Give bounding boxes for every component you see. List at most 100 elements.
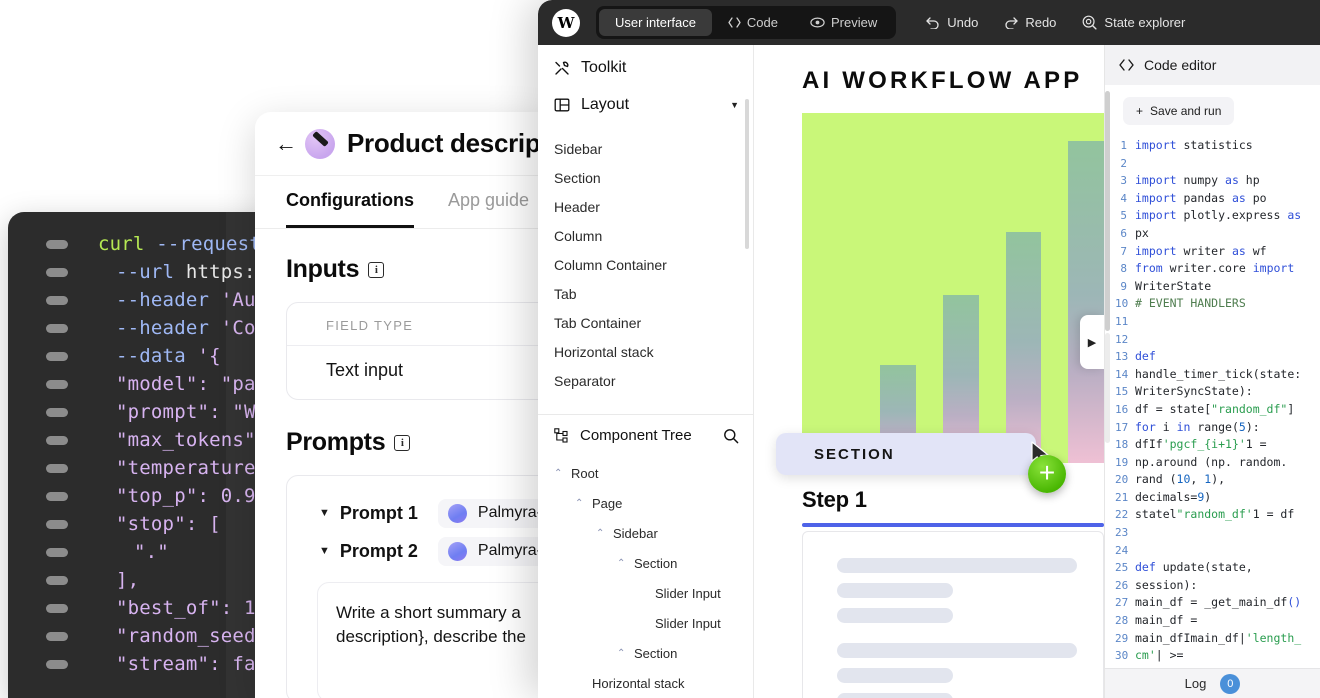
- code-line-source: main_df = _get_main_df(): [1135, 595, 1302, 610]
- code-line-number: 19: [1115, 455, 1129, 469]
- toolkit-item-section[interactable]: Section: [554, 163, 753, 192]
- toolkit-item-column-container[interactable]: Column Container: [554, 250, 753, 279]
- tree-node-horizontal-stack[interactable]: ⌃Horizontal stack: [538, 668, 753, 698]
- save-and-run-button[interactable]: + Save and run: [1123, 97, 1235, 125]
- chevron-up-icon[interactable]: ⌃: [617, 648, 626, 659]
- plus-icon: +: [1136, 104, 1144, 118]
- tree-node-slider-input[interactable]: ⌃Slider Input: [538, 608, 753, 638]
- undo-label: Undo: [947, 15, 979, 30]
- code-line: 21 decimals=9): [1115, 489, 1314, 507]
- tab-app-guide[interactable]: App guide: [448, 190, 529, 228]
- curl-line-marker: [46, 407, 68, 417]
- tree-node-label: Horizontal stack: [592, 675, 685, 691]
- code-line: 17 for i in range(5):: [1115, 419, 1314, 437]
- toolkit-item-column[interactable]: Column: [554, 221, 753, 250]
- expand-panel-button[interactable]: ▶: [1080, 315, 1104, 369]
- chevron-up-icon[interactable]: ⌃: [596, 528, 605, 539]
- state-explorer-icon: [1082, 15, 1098, 30]
- code-line-number: 13: [1115, 350, 1129, 364]
- product-panel-body: Inputs i FIELD TYPE Text input Prompts i…: [255, 229, 545, 698]
- tab-preview-label: Preview: [831, 15, 878, 30]
- toolkit-item-tab-container[interactable]: Tab Container: [554, 308, 753, 337]
- layout-group-header[interactable]: Layout ▼: [538, 87, 753, 124]
- chevron-up-icon[interactable]: ⌃: [554, 468, 563, 479]
- code-line: 2: [1115, 155, 1314, 173]
- undo-button[interactable]: Undo: [926, 15, 978, 30]
- code-line-source: import statistics: [1135, 138, 1253, 152]
- chevron-down-icon[interactable]: ▼: [319, 545, 330, 557]
- tree-node-slider-input[interactable]: ⌃Slider Input: [538, 578, 753, 608]
- product-tabs: Configurations App guide: [255, 176, 545, 229]
- chevron-up-icon[interactable]: ⌃: [575, 498, 584, 509]
- code-line-number: 20: [1115, 473, 1129, 487]
- code-line: 23: [1115, 524, 1314, 542]
- tools-icon: [554, 60, 570, 76]
- prompt-row[interactable]: ▼ Prompt 2 Palmyra-x: [287, 532, 545, 570]
- code-line-source: WriterState: [1135, 278, 1212, 293]
- model-chip[interactable]: Palmyra-x: [437, 498, 545, 528]
- toolkit-item-tab[interactable]: Tab: [554, 279, 753, 308]
- tree-node-page[interactable]: ⌃ Page: [538, 488, 753, 518]
- code-line-number: 11: [1115, 314, 1129, 328]
- tree-node-sidebar[interactable]: ⌃ Sidebar: [538, 518, 753, 548]
- chevron-down-icon[interactable]: ▼: [319, 507, 330, 519]
- curl-line-marker: [46, 463, 68, 473]
- builder-toolbar: W User interface Code Preview Undo Redo …: [538, 0, 1320, 45]
- skeleton-line: [837, 668, 953, 683]
- curl-line-marker: [46, 239, 68, 249]
- tab-user-interface[interactable]: User interface: [599, 9, 712, 36]
- writer-logo-icon[interactable]: W: [552, 8, 580, 37]
- toolkit-item-header[interactable]: Header: [554, 192, 753, 221]
- code-line: 8 from writer.core import: [1115, 260, 1314, 278]
- code-line: 27 main_df = _get_main_df(): [1115, 594, 1314, 612]
- curl-line-text: ".": [134, 541, 169, 563]
- code-scrollbar[interactable]: [1105, 91, 1110, 331]
- code-lines[interactable]: 1 import statistics 2 3 import numpy as hp 4 i…: [1105, 125, 1320, 698]
- tree-node-section[interactable]: ⌃ Section: [538, 548, 753, 578]
- tab-code[interactable]: Code: [712, 9, 794, 36]
- tree-node-label: Section: [634, 645, 678, 661]
- bar-chart: SECTION +: [776, 113, 1104, 493]
- back-arrow-icon[interactable]: ←: [275, 132, 297, 155]
- toolkit-header[interactable]: Toolkit: [538, 45, 753, 87]
- model-chip[interactable]: Palmyra-x: [437, 536, 545, 566]
- log-bar[interactable]: Log 0: [1105, 668, 1320, 698]
- code-line: 9 WriterState: [1115, 278, 1314, 296]
- info-icon[interactable]: i: [368, 261, 385, 278]
- chevron-up-icon[interactable]: ⌃: [617, 558, 626, 569]
- code-editor-header: Code editor: [1105, 45, 1320, 85]
- code-icon: [1119, 59, 1134, 71]
- field-type-value[interactable]: Text input: [287, 346, 545, 399]
- toolkit-item-horizontal-stack[interactable]: Horizontal stack: [554, 337, 753, 366]
- toolkit-scrollbar[interactable]: [745, 99, 749, 249]
- code-line: 4 import pandas as po: [1115, 190, 1314, 208]
- toolkit-item-sidebar[interactable]: Sidebar: [554, 134, 753, 163]
- redo-button[interactable]: Redo: [1004, 15, 1056, 30]
- toolkit-item-separator[interactable]: Separator: [554, 366, 753, 395]
- model-name: Palmyra-x: [477, 504, 545, 521]
- add-component-button[interactable]: +: [1028, 455, 1066, 493]
- code-scrollbar-track[interactable]: [1105, 333, 1110, 443]
- state-explorer-button[interactable]: State explorer: [1082, 15, 1185, 30]
- code-line-source: def update(state,: [1135, 560, 1253, 575]
- skeleton-line: [837, 643, 1077, 658]
- code-line-number: 5: [1120, 209, 1127, 223]
- prompt-row[interactable]: ▼ Prompt 1 Palmyra-x: [287, 494, 545, 532]
- section-badge[interactable]: SECTION: [776, 433, 1036, 475]
- tree-node-label: Root: [571, 465, 599, 481]
- info-icon[interactable]: i: [394, 434, 411, 451]
- tree-node-root[interactable]: ⌃ Root: [538, 458, 753, 488]
- skeleton-line: [837, 608, 953, 623]
- eye-icon: [810, 17, 825, 28]
- selection-rule: [802, 523, 1104, 527]
- tab-configurations[interactable]: Configurations: [286, 190, 414, 228]
- redo-label: Redo: [1025, 15, 1057, 30]
- chevron-down-icon[interactable]: ▼: [730, 100, 739, 110]
- tree-node-section[interactable]: ⌃ Section: [538, 638, 753, 668]
- code-line-source: # EVENT HANDLERS: [1135, 296, 1246, 311]
- search-icon[interactable]: [723, 428, 739, 444]
- prompt-textarea[interactable]: Write a short summary a description}, de…: [317, 582, 545, 698]
- tab-preview[interactable]: Preview: [794, 9, 893, 36]
- chart-bars: [802, 113, 1104, 463]
- undo-icon: [926, 16, 940, 29]
